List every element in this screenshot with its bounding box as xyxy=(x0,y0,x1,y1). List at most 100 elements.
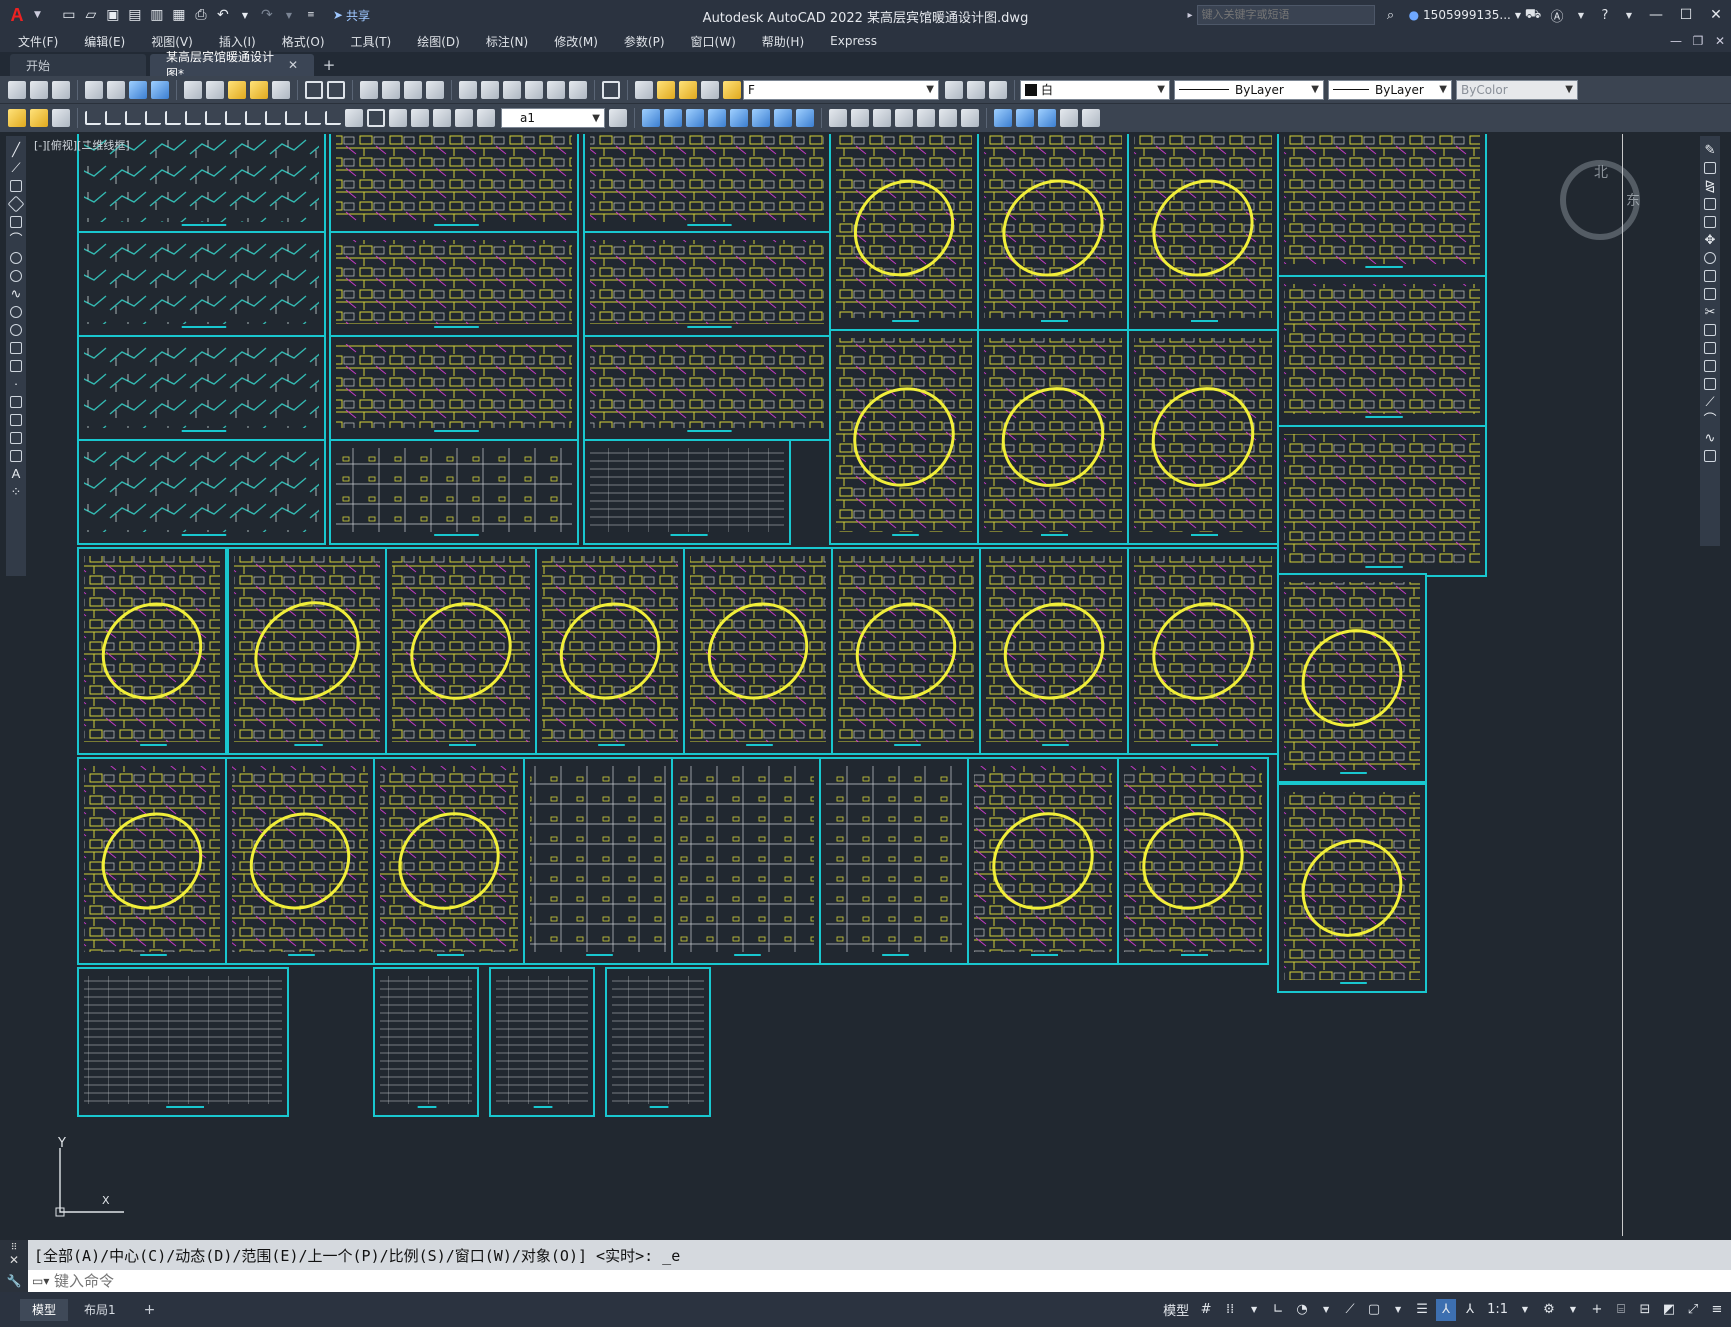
calculator-icon[interactable] xyxy=(569,80,587,99)
grid-icon[interactable]: # xyxy=(1196,1299,1216,1321)
save-icon[interactable] xyxy=(52,80,70,99)
arc-length-icon[interactable] xyxy=(125,111,141,125)
menu-insert[interactable]: 插入(I) xyxy=(219,33,256,50)
dimension-update-icon[interactable] xyxy=(477,109,495,127)
draw-order-icon[interactable] xyxy=(994,109,1012,127)
bring-front-icon[interactable] xyxy=(1016,109,1034,127)
open-web-icon[interactable]: ▥ xyxy=(147,5,167,25)
menu-help[interactable]: 帮助(H) xyxy=(762,33,804,50)
jogged-linear-icon[interactable] xyxy=(411,109,429,127)
open-file-icon[interactable]: ▱ xyxy=(81,5,101,25)
plot-icon[interactable]: ⎙ xyxy=(191,5,211,25)
break-icon[interactable] xyxy=(873,109,891,127)
center-mark-icon[interactable] xyxy=(367,109,385,127)
command-input[interactable] xyxy=(54,1272,1731,1290)
drawing-sheet[interactable] xyxy=(1117,757,1269,965)
layer-dropdown[interactable]: F ▼ xyxy=(743,79,939,100)
layout-tab-model[interactable]: 模型 xyxy=(20,1298,69,1321)
layer-properties-icon[interactable] xyxy=(635,80,653,99)
dimension-style-icon[interactable] xyxy=(609,109,627,127)
autocad-logo-icon[interactable]: A xyxy=(0,0,34,30)
doc-minimize-icon[interactable]: — xyxy=(1665,30,1687,52)
drawing-sheet[interactable] xyxy=(583,134,831,235)
circle-icon[interactable] xyxy=(10,252,22,264)
radius-dimension-icon[interactable] xyxy=(165,111,181,125)
drawing-sheet[interactable] xyxy=(225,757,375,965)
markup-icon[interactable] xyxy=(547,80,565,99)
dimension-space-icon[interactable] xyxy=(305,111,321,125)
drawing-sheet[interactable] xyxy=(329,134,579,235)
quick-properties-icon[interactable]: ⊟ xyxy=(1635,1299,1655,1321)
ortho-icon[interactable]: ∟ xyxy=(1268,1299,1288,1321)
add-scale-icon[interactable]: + xyxy=(1587,1299,1607,1321)
tab-drawing[interactable]: 某高层宾馆暖通设计图* ✕ xyxy=(150,50,314,81)
color-dropdown[interactable]: 白 ▼ xyxy=(1020,79,1170,100)
help-icon[interactable]: ? xyxy=(1593,3,1617,27)
ellipse-icon[interactable] xyxy=(10,306,22,318)
drawing-sheet[interactable] xyxy=(373,967,479,1117)
minimize-icon[interactable]: — xyxy=(1641,0,1671,30)
drawing-sheet[interactable] xyxy=(329,335,579,441)
rotate-icon[interactable] xyxy=(1704,252,1716,264)
arc-icon[interactable]: ⌒ xyxy=(9,233,22,246)
tab-start[interactable]: 开始 xyxy=(10,54,146,76)
paste-icon[interactable] xyxy=(228,80,246,99)
drawing-sheet[interactable] xyxy=(1127,547,1279,755)
baseline-dimension-icon[interactable] xyxy=(265,111,281,125)
search-icon[interactable]: ⌕ xyxy=(1379,3,1403,27)
drawing-sheet[interactable] xyxy=(489,967,595,1117)
drawing-sheet[interactable] xyxy=(583,439,791,545)
3d-dwf-icon[interactable] xyxy=(151,80,169,99)
angular-dimension-icon[interactable] xyxy=(225,111,241,125)
make-current-layer-icon[interactable] xyxy=(945,80,963,99)
stretch-icon[interactable] xyxy=(1704,288,1716,300)
revcloud-icon[interactable] xyxy=(10,270,22,282)
mirror-icon[interactable]: ⧎ xyxy=(1705,179,1716,192)
stretch-icon[interactable] xyxy=(796,109,814,127)
scale-chevron-icon[interactable]: ▼ xyxy=(1515,1299,1535,1321)
drawing-sheet[interactable] xyxy=(77,967,289,1117)
move-icon[interactable]: ✥ xyxy=(1705,233,1716,246)
copy-icon[interactable] xyxy=(1704,162,1716,174)
match-properties-icon[interactable] xyxy=(250,80,268,99)
drawing-sheet[interactable] xyxy=(829,134,979,331)
menu-format[interactable]: 格式(O) xyxy=(282,33,325,50)
help-icon[interactable] xyxy=(602,80,620,99)
drawing-sheet[interactable] xyxy=(1277,573,1427,783)
redo-icon[interactable]: ↷ xyxy=(257,5,277,25)
share-button[interactable]: ➤ 共享 xyxy=(333,7,370,24)
publish-icon[interactable] xyxy=(129,80,147,99)
trim-icon[interactable] xyxy=(829,109,847,127)
customize-qat-icon[interactable]: ≡ xyxy=(301,5,321,25)
customize-icon[interactable]: 🔧 xyxy=(0,1270,28,1292)
object-snap-icon[interactable]: ▢ xyxy=(1364,1299,1384,1321)
redo-dropdown-icon[interactable]: ▼ xyxy=(279,5,299,25)
make-block-icon[interactable] xyxy=(10,360,22,372)
ellipse-arc-icon[interactable] xyxy=(10,324,22,336)
lineweight-dropdown[interactable]: ByLayer ▼ xyxy=(1328,79,1452,100)
scale-icon[interactable] xyxy=(774,109,792,127)
drawing-sheet[interactable] xyxy=(77,439,326,545)
ordinate-dimension-icon[interactable] xyxy=(145,111,161,125)
text-front-icon[interactable] xyxy=(1060,109,1078,127)
doc-close-icon[interactable]: ✕ xyxy=(1709,30,1731,52)
app-menu-chevron-icon[interactable]: ▼ xyxy=(34,10,41,20)
add-layout-icon[interactable]: + xyxy=(132,1299,168,1321)
inspection-icon[interactable] xyxy=(389,109,407,127)
drawing-sheet[interactable] xyxy=(329,231,579,337)
layer-walk-icon[interactable] xyxy=(989,80,1007,99)
menu-express[interactable]: Express xyxy=(830,34,877,48)
navigation-compass[interactable]: 北 东 xyxy=(1560,160,1640,240)
search-expand-icon[interactable]: ▸ xyxy=(1188,10,1193,21)
app-chevron-icon[interactable]: ▼ xyxy=(1569,3,1593,27)
drawing-sheet[interactable] xyxy=(1127,134,1279,331)
aligned-dimension-icon[interactable] xyxy=(105,111,121,125)
open-icon[interactable] xyxy=(30,80,48,99)
scale-icon[interactable] xyxy=(1704,270,1716,282)
redo-icon[interactable] xyxy=(327,80,345,99)
quick-dimension-icon[interactable] xyxy=(245,111,261,125)
polar-icon[interactable]: ◔ xyxy=(1292,1299,1312,1321)
trim-icon[interactable]: ✂ xyxy=(1705,305,1716,318)
hatch-back-icon[interactable] xyxy=(1082,109,1100,127)
drawing-sheet[interactable] xyxy=(535,547,685,755)
